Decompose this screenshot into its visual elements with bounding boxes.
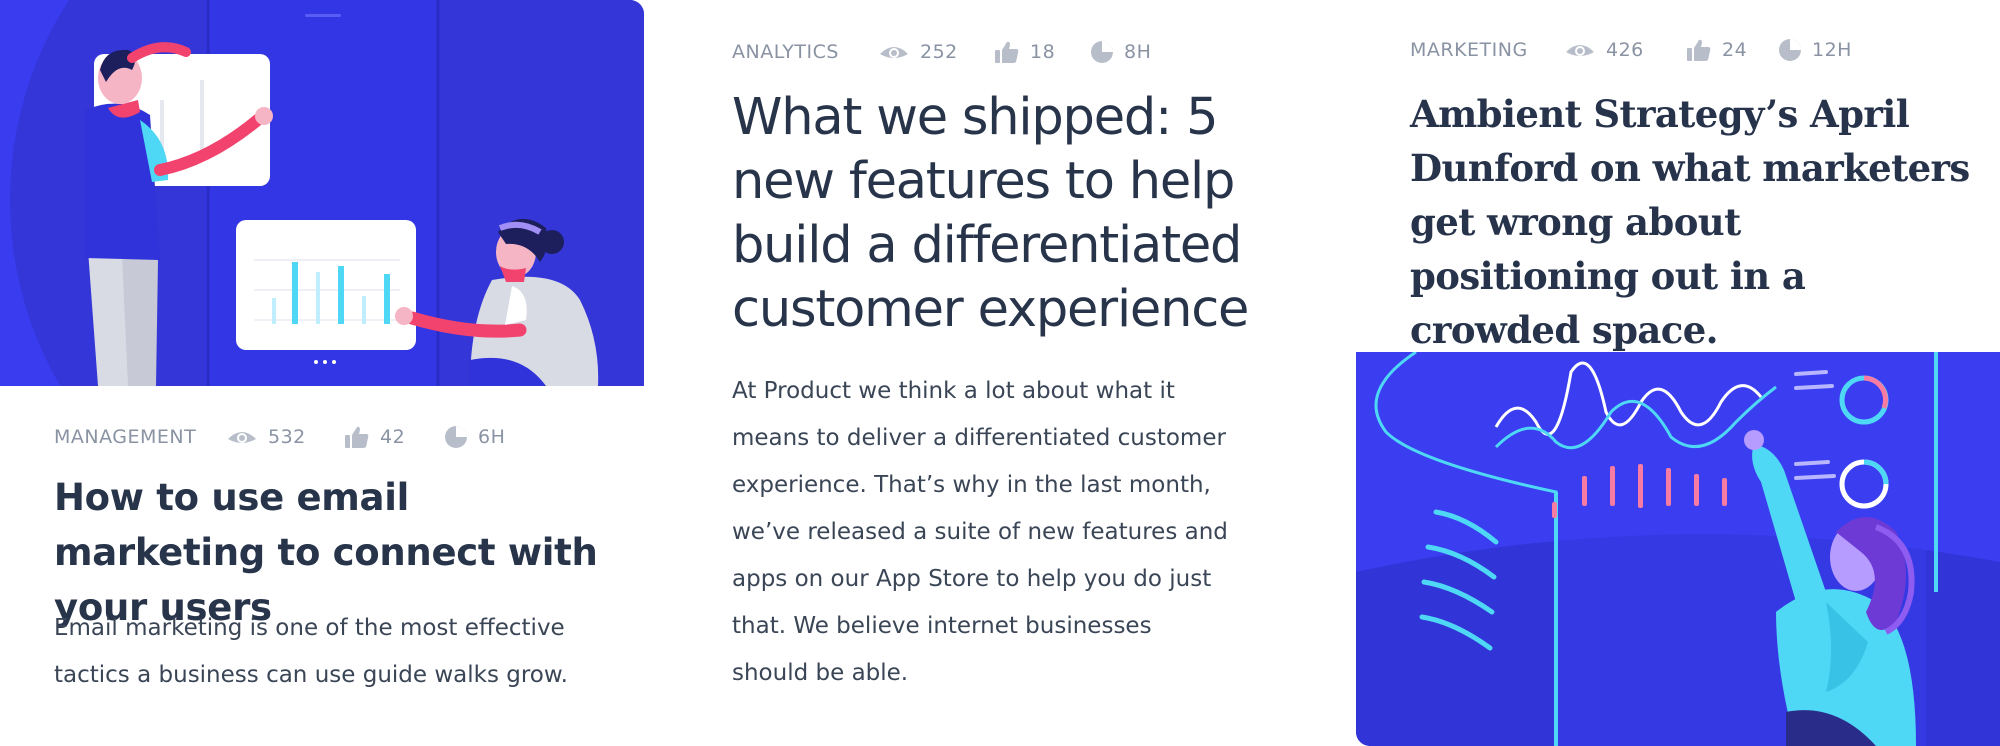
analytics-screen-illustration (1356, 352, 2000, 746)
time-ago: 6H (478, 426, 506, 448)
thumbs-up-icon (995, 41, 1019, 63)
article-title[interactable]: Ambient Strategy’s April Dunford on what… (1410, 87, 1970, 357)
likes-count: 24 (1722, 39, 1748, 61)
eye-icon (1566, 45, 1594, 56)
likes-stat[interactable]: 42 (344, 425, 444, 449)
time-stat: 8H (1090, 40, 1151, 64)
likes-stat[interactable]: 18 (994, 40, 1090, 64)
article-excerpt: Email marketing is one of the most effec… (54, 615, 568, 688)
time-stat: 12H (1778, 38, 1852, 62)
likes-count: 18 (1030, 41, 1056, 63)
thumbs-up-icon (1687, 39, 1711, 61)
clock-icon (1779, 39, 1801, 61)
time-ago: 12H (1812, 39, 1852, 61)
likes-count: 42 (380, 426, 406, 448)
eye-icon (228, 432, 256, 443)
thumbs-up-icon (345, 426, 369, 448)
views-stat: 252 (878, 41, 994, 63)
team-dashboard-illustration (0, 0, 644, 386)
article-excerpt: At Product we think a lot about what it … (732, 378, 1228, 686)
clock-icon (1091, 41, 1113, 63)
eye-icon (880, 47, 908, 58)
article-title[interactable]: What we shipped: 5 new features to help … (732, 86, 1292, 342)
views-count: 532 (268, 426, 306, 448)
clock-icon (445, 426, 467, 448)
article-image-team-dashboard[interactable] (0, 0, 644, 386)
article-meta: MARKETING 426 24 12H (1410, 30, 1852, 70)
likes-stat[interactable]: 24 (1686, 38, 1778, 62)
time-stat: 6H (444, 425, 505, 449)
category-label[interactable]: MANAGEMENT (54, 426, 226, 448)
article-image-analytics-screen[interactable] (1356, 352, 2000, 746)
category-label[interactable]: MARKETING (1410, 39, 1564, 61)
category-label[interactable]: ANALYTICS (732, 41, 878, 63)
views-count: 252 (920, 41, 958, 63)
time-ago: 8H (1124, 41, 1152, 63)
article-meta: ANALYTICS 252 18 8H (732, 32, 1151, 72)
views-stat: 532 (226, 426, 344, 448)
article-meta: MANAGEMENT 532 42 6H (54, 417, 505, 457)
views-stat: 426 (1564, 39, 1686, 61)
views-count: 426 (1606, 39, 1644, 61)
